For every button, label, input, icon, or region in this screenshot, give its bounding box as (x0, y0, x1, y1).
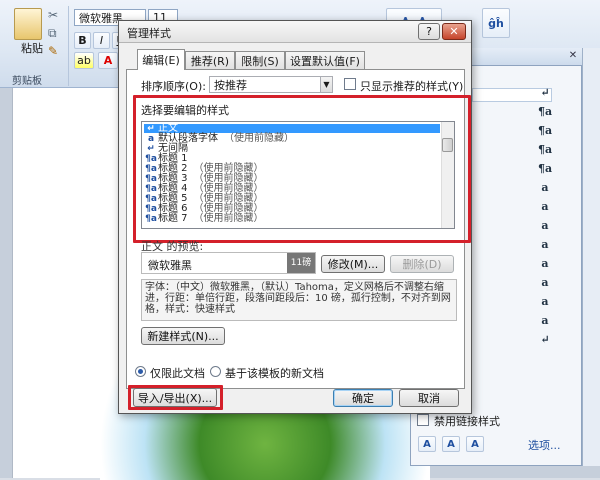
pane-style-type-icon[interactable]: a (538, 238, 552, 251)
cancel-button[interactable]: 取消 (399, 389, 459, 407)
pane-style-type-icon[interactable]: a (538, 295, 552, 308)
paste-icon[interactable] (14, 8, 42, 40)
sort-order-select[interactable]: 按推荐 (209, 76, 333, 93)
pane-style-type-icon[interactable]: ¶a (538, 143, 552, 156)
ok-button[interactable]: 确定 (333, 389, 393, 407)
help-button[interactable]: ? (418, 23, 440, 40)
chevron-down-icon[interactable]: ▼ (320, 77, 332, 92)
delete-button[interactable]: 删除(D) (390, 255, 454, 273)
manage-styles-icon[interactable]: A (466, 436, 484, 452)
find-icon[interactable]: ĝĥ (482, 8, 510, 38)
style-description: 字体：（中文）微软雅黑，（默认）Tahoma，定义网格后不调整右缩进，行距：单倍… (141, 279, 457, 321)
preview-size: 11磅 (287, 253, 315, 273)
sort-order-label: 排序顺序(O): (141, 80, 206, 93)
pane-style-type-icon[interactable]: ¶a (538, 162, 552, 175)
only-recommended-checkbox[interactable] (344, 78, 356, 90)
pane-style-type-icon[interactable]: ↵ (538, 333, 552, 346)
radio-this-document-label: 仅限此文档 (150, 367, 205, 380)
new-style-button[interactable]: 新建样式(N)... (141, 327, 225, 345)
pane-style-type-icon[interactable]: a (538, 181, 552, 194)
italic-button[interactable]: I (93, 32, 110, 49)
sort-order-value: 按推荐 (214, 78, 247, 92)
bold-button[interactable]: B (74, 32, 91, 49)
tab-restrict[interactable]: 限制(S) (235, 51, 285, 69)
modify-button[interactable]: 修改(M)... (321, 255, 385, 273)
cut-icon[interactable]: ✂ (48, 8, 62, 22)
highlight-box-import-export (128, 385, 223, 410)
tab-edit[interactable]: 编辑(E) (137, 49, 185, 70)
pane-style-type-icon[interactable]: a (538, 314, 552, 327)
pane-style-type-icon[interactable]: a (538, 200, 552, 213)
pane-close-icon[interactable]: ✕ (566, 50, 580, 64)
format-painter-icon[interactable]: ✎ (48, 44, 62, 58)
pane-style-type-icon[interactable]: a (538, 276, 552, 289)
style-inspector-icon[interactable]: A (442, 436, 460, 452)
close-button[interactable]: ✕ (442, 23, 466, 40)
tab-set-defaults[interactable]: 设置默认值(F) (285, 51, 365, 69)
radio-template[interactable] (210, 366, 221, 377)
vertical-scrollbar[interactable] (582, 48, 600, 466)
preview-font: 微软雅黑 (148, 259, 192, 272)
pane-style-type-icon[interactable]: ↵ (538, 86, 552, 99)
ribbon-divider (68, 6, 69, 86)
clipboard-group-label: 剪贴板 (12, 76, 42, 87)
new-style-icon[interactable]: A (418, 436, 436, 452)
pane-style-type-icon[interactable]: a (538, 257, 552, 270)
highlight-icon[interactable]: ab (74, 52, 94, 69)
radio-this-document[interactable] (135, 366, 146, 377)
pane-style-type-icon[interactable]: ¶a (538, 124, 552, 137)
pane-style-type-icon[interactable]: a (538, 219, 552, 232)
font-color-button[interactable]: A (98, 52, 118, 69)
paste-label[interactable]: 粘贴 (14, 40, 50, 56)
disable-linked-styles-label: 禁用链接样式 (434, 415, 500, 428)
preview-box: 微软雅黑 11磅 (141, 252, 316, 274)
radio-template-label: 基于该模板的新文档 (225, 367, 324, 380)
copy-icon[interactable]: ⧉ (48, 26, 62, 40)
only-recommended-label: 只显示推荐的样式(Y) (360, 80, 464, 93)
highlight-box-style-list (133, 95, 471, 243)
tab-recommend[interactable]: 推荐(R) (185, 51, 235, 69)
pane-style-type-icon[interactable]: ¶a (538, 105, 552, 118)
dialog-title: 管理样式 (127, 27, 171, 40)
disable-linked-styles-checkbox[interactable] (417, 414, 429, 426)
options-link[interactable]: 选项... (528, 437, 561, 453)
